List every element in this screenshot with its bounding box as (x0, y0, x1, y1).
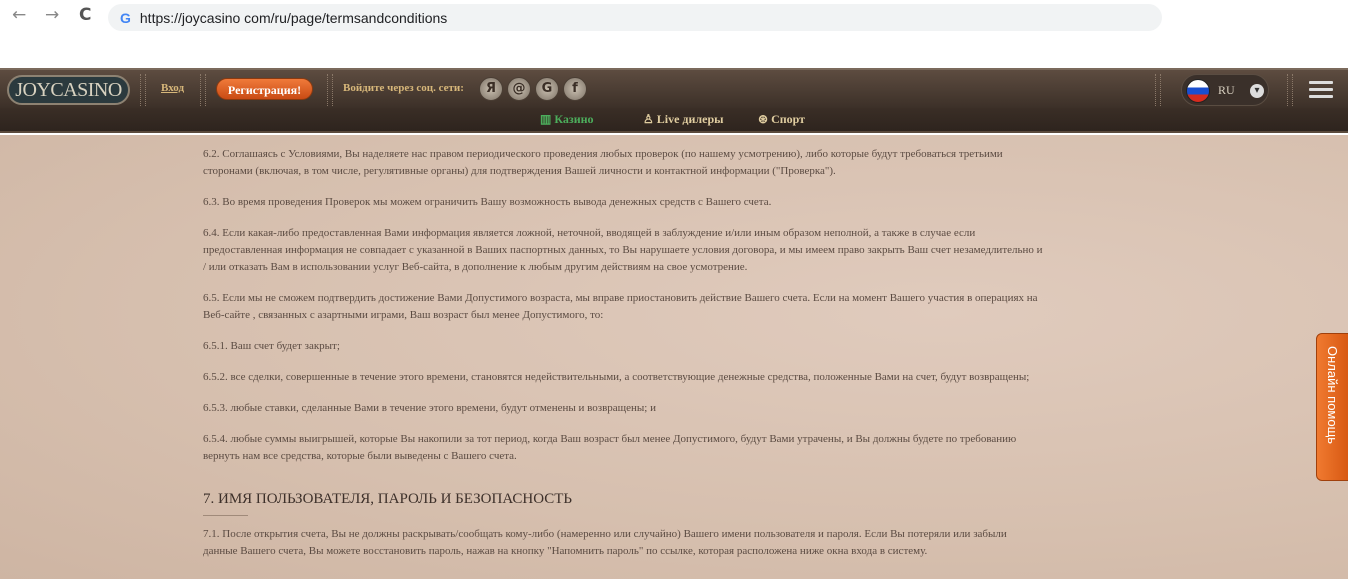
divider (200, 74, 206, 106)
register-button[interactable]: Регистрация! (216, 78, 313, 100)
back-icon[interactable]: ← (12, 5, 26, 25)
slot-icon: ▥ (540, 112, 555, 126)
google-login-icon[interactable]: G (535, 77, 559, 101)
nav-label: Казино (554, 112, 594, 126)
help-label: Онлайн помощь (1325, 346, 1340, 445)
divider (327, 74, 333, 106)
russia-flag-icon (1186, 79, 1210, 103)
divider (1287, 74, 1293, 106)
social-login-label: Войдите через соц. сети: (343, 82, 464, 94)
url-text: https://joycasino com/ru/page/termsandco… (139, 9, 448, 26)
dealer-icon: ♙ (643, 112, 657, 126)
browser-toolbar: ← → C G https://joycasino com/ru/page/te… (0, 0, 1348, 68)
divider (140, 74, 146, 106)
login-link[interactable]: Вход (161, 82, 184, 94)
paragraph-6-5-4: 6.5.4. любые суммы выигрышей, которые Вы… (203, 433, 1017, 462)
mailru-icon[interactable]: @ (507, 77, 531, 101)
paragraph-6-2: 6.2. Соглашаясь с Условиями, Вы наделяет… (203, 148, 1003, 177)
nav-label: Спорт (771, 112, 806, 126)
nav-live-dealers[interactable]: ♙ Live дилеры (643, 112, 724, 127)
forward-icon[interactable]: → (45, 5, 59, 25)
google-icon: G (120, 9, 131, 26)
section-7-heading: 7. ИМЯ ПОЛЬЗОВАТЕЛЯ, ПАРОЛЬ И БЕЗОПАСНОС… (203, 491, 1163, 516)
paragraph-6-5-3: 6.5.3. любые ставки, сделанные Вами в те… (203, 402, 656, 414)
site-header: JOYCASINO Вход Регистрация! Войдите чере… (0, 68, 1348, 108)
online-help-button[interactable]: Онлайн помощь (1316, 333, 1348, 481)
paragraph-7-1: 7.1. После открытия счета, Вы не должны … (203, 528, 1007, 557)
category-nav: ▥ Казино ♙ Live дилеры ⊛ Спорт (0, 108, 1348, 133)
hamburger-menu-icon[interactable] (1309, 81, 1333, 102)
language-selector[interactable]: RU ▾ (1181, 74, 1269, 106)
chevron-down-icon: ▾ (1250, 84, 1264, 98)
paragraph-6-5: 6.5. Если мы не сможем подтвердить дости… (203, 292, 1038, 321)
reload-icon[interactable]: C (79, 5, 91, 25)
facebook-icon[interactable]: f (563, 77, 587, 101)
nav-label: Live дилеры (656, 112, 724, 126)
address-bar[interactable]: G https://joycasino com/ru/page/termsand… (108, 4, 1162, 31)
nav-sport[interactable]: ⊛ Спорт (758, 112, 805, 127)
paragraph-6-4: 6.4. Если какая-либо предоставленная Вам… (203, 227, 1043, 273)
divider (1155, 74, 1161, 106)
paragraph-6-3: 6.3. Во время проведения Проверок мы мож… (203, 196, 772, 208)
terms-content: 6.2. Соглашаясь с Условиями, Вы наделяет… (0, 135, 1348, 579)
nav-casino[interactable]: ▥ Казино (540, 112, 594, 127)
paragraph-6-5-2: 6.5.2. все сделки, совершенные в течение… (203, 371, 1030, 383)
yandex-icon[interactable]: Я (479, 77, 503, 101)
paragraph-6-5-1: 6.5.1. Ваш счет будет закрыт; (203, 340, 340, 352)
ball-icon: ⊛ (758, 112, 772, 126)
logo[interactable]: JOYCASINO (7, 75, 130, 105)
language-code: RU (1218, 83, 1235, 97)
